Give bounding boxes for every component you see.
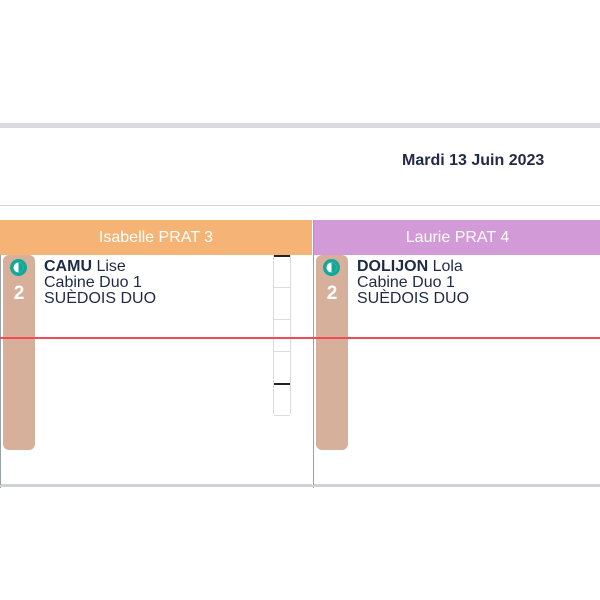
client-first-name: Lise	[96, 258, 126, 275]
appointment-person-count: 2	[13, 283, 25, 304]
half-moon-icon	[10, 259, 27, 276]
slot-tick	[274, 287, 290, 288]
slot-tick	[274, 383, 290, 385]
appointment-card[interactable]: 2 CAMU Lise Cabine Duo 1 SUÈDOIS DUO	[3, 255, 291, 450]
resource-body-2[interactable]: 2 DOLIJON Lola Cabine Duo 1 SUÈDOIS DUO	[314, 255, 600, 488]
top-divider	[0, 123, 600, 128]
appointment-person-count: 2	[326, 283, 338, 304]
slot-tick	[274, 319, 290, 320]
calendar-grid: Isabelle PRAT 3 2 CAMU Lise Cabine Duo 1…	[0, 205, 600, 488]
resource-header-2[interactable]: Laurie PRAT 4	[314, 220, 600, 255]
appointment-details: DOLIJON Lola Cabine Duo 1 SUÈDOIS DUO	[357, 259, 469, 307]
slot-tick	[274, 351, 290, 352]
half-moon-icon	[323, 259, 340, 276]
appointment-service: SUÈDOIS DUO	[44, 290, 157, 307]
appointment-details: CAMU Lise Cabine Duo 1 SUÈDOIS DUO	[44, 259, 156, 307]
resource-column-2: Laurie PRAT 4 2 DOLIJON Lola Cabine Duo …	[313, 220, 600, 488]
appointment-room: Cabine Duo 1	[357, 274, 455, 291]
appointment-card[interactable]: 2 DOLIJON Lola Cabine Duo 1 SUÈDOIS DUO	[316, 255, 600, 450]
appointment-service: SUÈDOIS DUO	[357, 290, 470, 307]
slot-tick	[274, 255, 290, 257]
client-last-name: DOLIJON	[357, 258, 429, 275]
calendar-bottom-border	[0, 485, 600, 487]
resource-body-1[interactable]: 2 CAMU Lise Cabine Duo 1 SUÈDOIS DUO	[0, 255, 312, 488]
time-slot-track	[273, 255, 291, 416]
current-date-label: Mardi 13 Juin 2023	[402, 152, 545, 169]
slot-tick	[274, 415, 290, 416]
resource-column-1: Isabelle PRAT 3 2 CAMU Lise Cabine Duo 1…	[0, 220, 312, 488]
current-time-indicator	[0, 337, 600, 339]
client-first-name: Lola	[432, 258, 463, 275]
appointment-room: Cabine Duo 1	[44, 274, 142, 291]
client-last-name: CAMU	[44, 258, 92, 275]
resource-header-1[interactable]: Isabelle PRAT 3	[0, 220, 312, 255]
